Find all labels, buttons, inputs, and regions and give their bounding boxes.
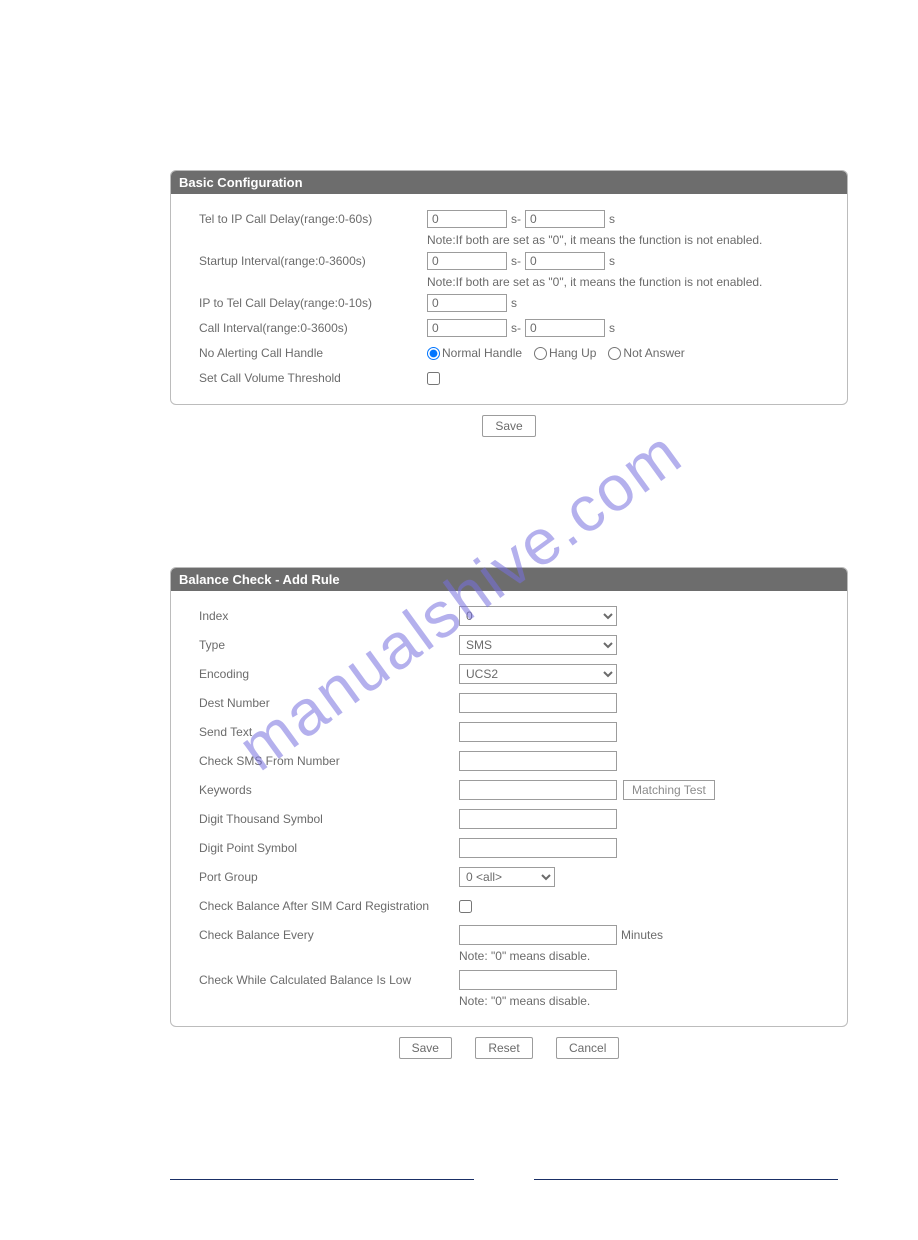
label-check-low: Check While Calculated Balance Is Low bbox=[199, 973, 459, 987]
row-ip-to-tel: IP to Tel Call Delay(range:0-10s) s bbox=[199, 292, 823, 314]
row-port-group: Port Group 0 <all> bbox=[199, 866, 823, 888]
input-check-every[interactable] bbox=[459, 925, 617, 945]
label-startup: Startup Interval(range:0-3600s) bbox=[199, 254, 427, 268]
label-tel-to-ip: Tel to IP Call Delay(range:0-60s) bbox=[199, 212, 427, 226]
balance-check-panel: Balance Check - Add Rule Index 0 Type SM… bbox=[170, 567, 848, 1027]
panel-title-basic: Basic Configuration bbox=[171, 171, 847, 194]
label-no-alerting: No Alerting Call Handle bbox=[199, 346, 427, 360]
row-check-low: Check While Calculated Balance Is Low bbox=[199, 969, 823, 991]
row-after-reg: Check Balance After SIM Card Registratio… bbox=[199, 895, 823, 917]
select-index[interactable]: 0 bbox=[459, 606, 617, 626]
input-startup-from[interactable] bbox=[427, 252, 507, 270]
select-encoding[interactable]: UCS2 bbox=[459, 664, 617, 684]
input-check-low[interactable] bbox=[459, 970, 617, 990]
footer-dividers bbox=[170, 1179, 848, 1180]
cancel-button[interactable]: Cancel bbox=[556, 1037, 619, 1059]
row-no-alerting: No Alerting Call Handle Normal Handle Ha… bbox=[199, 342, 823, 364]
input-tel-to-ip-from[interactable] bbox=[427, 210, 507, 228]
reset-button[interactable]: Reset bbox=[475, 1037, 532, 1059]
note-startup: Note:If both are set as "0", it means th… bbox=[427, 275, 823, 289]
row-call-interval: Call Interval(range:0-3600s) s- s bbox=[199, 317, 823, 339]
radio-hang-up[interactable] bbox=[534, 347, 547, 360]
input-tel-to-ip-to[interactable] bbox=[525, 210, 605, 228]
label-ip-to-tel: IP to Tel Call Delay(range:0-10s) bbox=[199, 296, 427, 310]
sep-call-interval: s- bbox=[511, 321, 521, 335]
row-keywords: Keywords Matching Test bbox=[199, 779, 823, 801]
footer-line-left bbox=[170, 1179, 474, 1180]
row-type: Type SMS bbox=[199, 634, 823, 656]
label-thousand: Digit Thousand Symbol bbox=[199, 812, 459, 826]
sep-startup: s- bbox=[511, 254, 521, 268]
row-point: Digit Point Symbol bbox=[199, 837, 823, 859]
label-after-reg: Check Balance After SIM Card Registratio… bbox=[199, 899, 459, 913]
input-dest-number[interactable] bbox=[459, 693, 617, 713]
radio-label-normal: Normal Handle bbox=[442, 346, 522, 360]
label-dest-number: Dest Number bbox=[199, 696, 459, 710]
footer-line-right bbox=[534, 1179, 838, 1180]
label-index: Index bbox=[199, 609, 459, 623]
basic-configuration-panel: Basic Configuration Tel to IP Call Delay… bbox=[170, 170, 848, 405]
unit-ip-to-tel: s bbox=[511, 296, 517, 310]
unit-minutes: Minutes bbox=[621, 928, 663, 942]
label-keywords: Keywords bbox=[199, 783, 459, 797]
label-check-every: Check Balance Every bbox=[199, 928, 459, 942]
label-encoding: Encoding bbox=[199, 667, 459, 681]
save-button-basic[interactable]: Save bbox=[482, 415, 535, 437]
row-encoding: Encoding UCS2 bbox=[199, 663, 823, 685]
label-send-text: Send Text bbox=[199, 725, 459, 739]
label-call-interval: Call Interval(range:0-3600s) bbox=[199, 321, 427, 335]
radio-label-notanswer: Not Answer bbox=[623, 346, 684, 360]
radio-normal-handle[interactable] bbox=[427, 347, 440, 360]
row-volume-threshold: Set Call Volume Threshold bbox=[199, 367, 823, 389]
save-button[interactable]: Save bbox=[399, 1037, 452, 1059]
select-port-group[interactable]: 0 <all> bbox=[459, 867, 555, 887]
checkbox-volume-threshold[interactable] bbox=[427, 372, 440, 385]
button-row-balance: Save Reset Cancel bbox=[170, 1037, 848, 1059]
row-startup: Startup Interval(range:0-3600s) s- s bbox=[199, 250, 823, 272]
matching-test-button[interactable]: Matching Test bbox=[623, 780, 715, 800]
checkbox-after-reg[interactable] bbox=[459, 900, 472, 913]
input-thousand[interactable] bbox=[459, 809, 617, 829]
input-ip-to-tel[interactable] bbox=[427, 294, 507, 312]
input-check-from[interactable] bbox=[459, 751, 617, 771]
row-send-text: Send Text bbox=[199, 721, 823, 743]
unit-tel-to-ip: s bbox=[609, 212, 615, 226]
row-check-every: Check Balance Every Minutes bbox=[199, 924, 823, 946]
row-dest-number: Dest Number bbox=[199, 692, 823, 714]
row-thousand: Digit Thousand Symbol bbox=[199, 808, 823, 830]
input-send-text[interactable] bbox=[459, 722, 617, 742]
note-tel-to-ip: Note:If both are set as "0", it means th… bbox=[427, 233, 823, 247]
label-check-from: Check SMS From Number bbox=[199, 754, 459, 768]
input-call-interval-from[interactable] bbox=[427, 319, 507, 337]
panel-title-balance: Balance Check - Add Rule bbox=[171, 568, 847, 591]
radio-not-answer[interactable] bbox=[608, 347, 621, 360]
radio-label-hangup: Hang Up bbox=[549, 346, 596, 360]
label-port-group: Port Group bbox=[199, 870, 459, 884]
unit-call-interval: s bbox=[609, 321, 615, 335]
label-type: Type bbox=[199, 638, 459, 652]
note-check-low: Note: "0" means disable. bbox=[459, 994, 823, 1008]
note-check-every: Note: "0" means disable. bbox=[459, 949, 823, 963]
sep-tel-to-ip: s- bbox=[511, 212, 521, 226]
input-call-interval-to[interactable] bbox=[525, 319, 605, 337]
input-point[interactable] bbox=[459, 838, 617, 858]
row-index: Index 0 bbox=[199, 605, 823, 627]
unit-startup: s bbox=[609, 254, 615, 268]
label-volume-threshold: Set Call Volume Threshold bbox=[199, 371, 427, 385]
label-point: Digit Point Symbol bbox=[199, 841, 459, 855]
input-startup-to[interactable] bbox=[525, 252, 605, 270]
select-type[interactable]: SMS bbox=[459, 635, 617, 655]
row-check-from: Check SMS From Number bbox=[199, 750, 823, 772]
row-tel-to-ip: Tel to IP Call Delay(range:0-60s) s- s bbox=[199, 208, 823, 230]
input-keywords[interactable] bbox=[459, 780, 617, 800]
button-row-basic: Save bbox=[170, 415, 848, 437]
